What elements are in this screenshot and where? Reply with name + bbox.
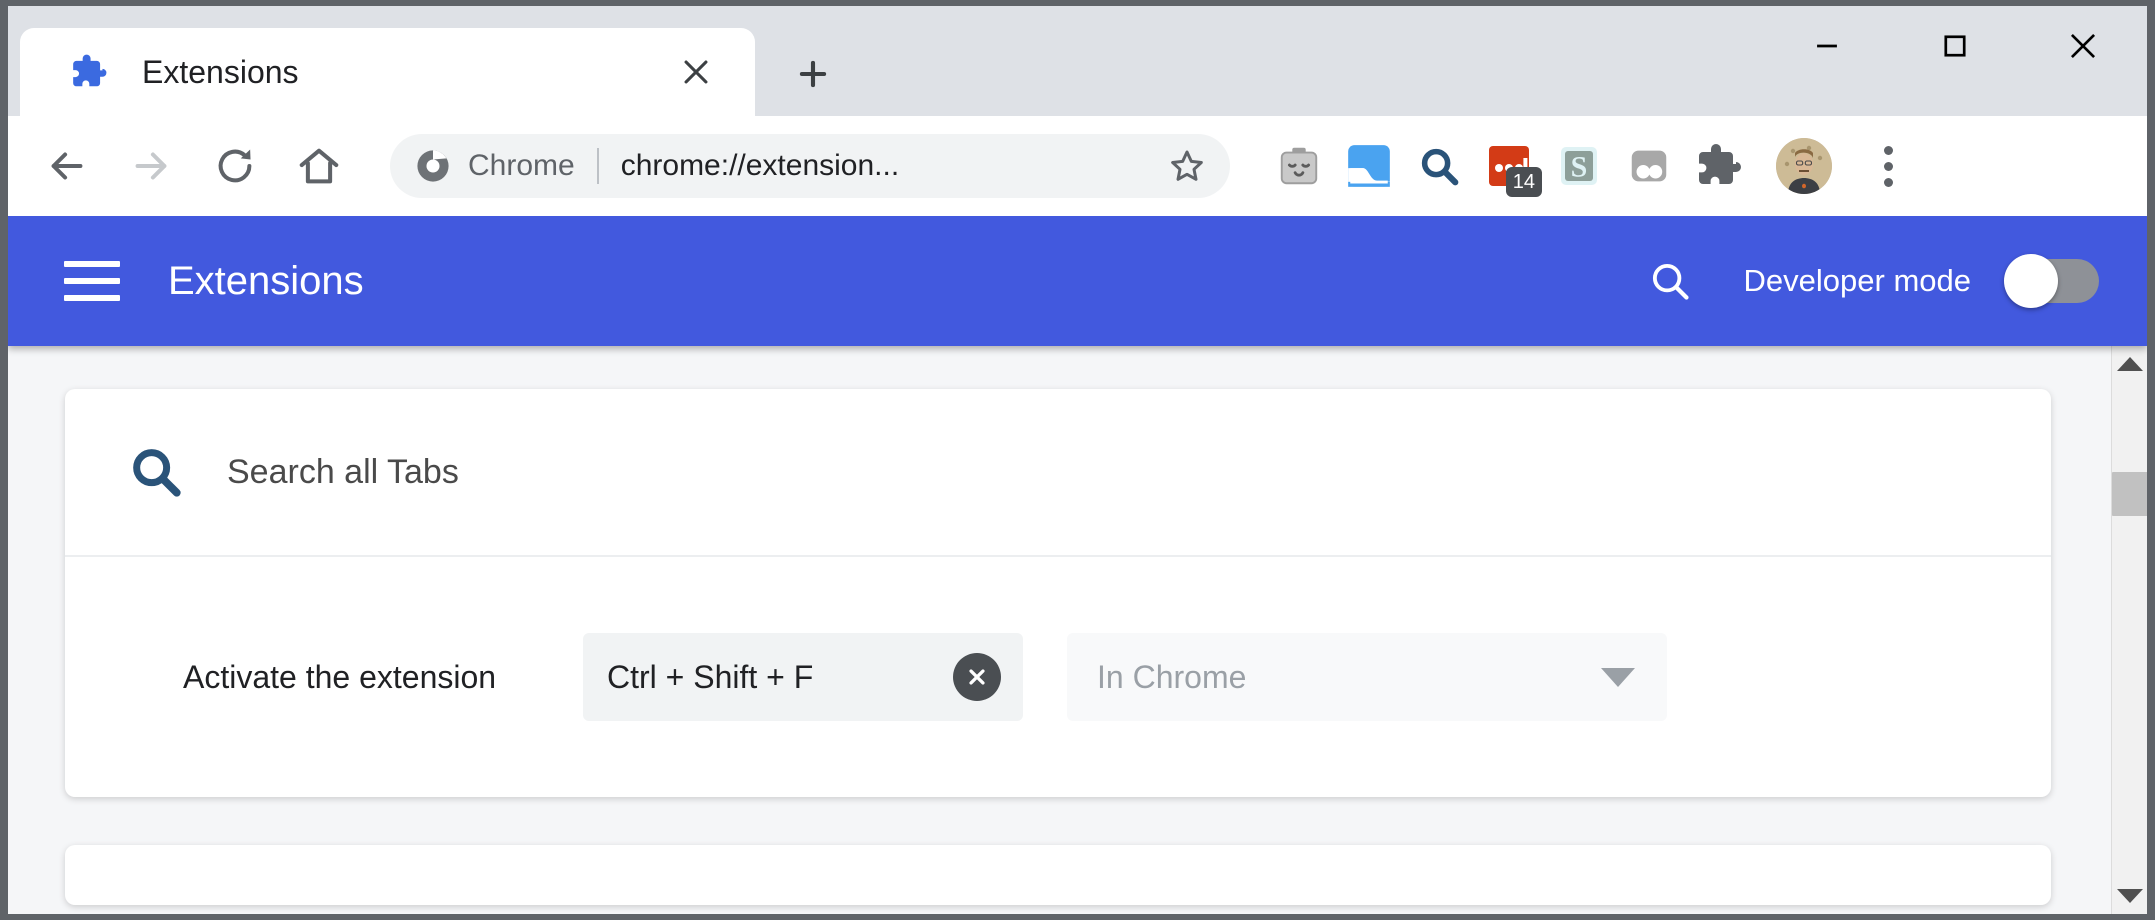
search-icon — [1421, 148, 1459, 186]
omnibox-url-text: chrome://extension... — [620, 149, 900, 182]
extension-name: Search all Tabs — [227, 452, 459, 491]
back-arrow-icon — [51, 152, 83, 180]
search-glyph — [1652, 263, 1689, 300]
home-icon — [299, 148, 339, 184]
close-icon — [684, 60, 708, 84]
home-button[interactable] — [288, 135, 350, 197]
browser-window: Extensions Chrome chrome://extension... … — [8, 6, 2147, 914]
avatar-image — [1776, 138, 1832, 194]
window-maximize-button[interactable] — [1891, 6, 2019, 86]
back-button[interactable] — [36, 135, 98, 197]
window-close-button[interactable] — [2019, 6, 2147, 86]
extensions-puzzle-icon[interactable] — [1684, 135, 1754, 197]
maximize-icon — [1944, 35, 1966, 57]
extensions-page-header: Extensions Developer mode — [8, 216, 2147, 346]
close-icon — [969, 669, 985, 685]
tab-close-button[interactable] — [667, 43, 725, 101]
s-letter-extension-icon[interactable]: S — [1544, 135, 1614, 197]
window-controls — [1763, 6, 2147, 86]
triangle-up-icon — [2116, 357, 2143, 371]
red-dots-extension-icon[interactable]: 14 — [1474, 135, 1544, 197]
robot-toaster-icon — [1280, 147, 1318, 185]
chrome-logo-icon — [417, 150, 449, 182]
extension-shortcuts-card: Search all Tabs Activate the extension C… — [65, 389, 2051, 797]
shortcut-scope-dropdown[interactable]: In Chrome — [1067, 633, 1667, 721]
minimize-icon — [1817, 44, 1837, 48]
chevron-down-icon — [1601, 667, 1635, 687]
reload-button[interactable] — [204, 135, 266, 197]
svg-text:S: S — [1571, 150, 1588, 183]
shortcut-value-text: Ctrl + Shift + F — [607, 658, 814, 695]
search-icon — [133, 449, 181, 497]
bookmark-star-button[interactable] — [1160, 139, 1214, 193]
dot — [1883, 145, 1893, 155]
browser-tab[interactable]: Extensions — [20, 28, 755, 116]
close-icon — [2070, 33, 2096, 59]
developer-mode-toggle[interactable] — [2004, 254, 2099, 308]
tab-strip: Extensions — [8, 6, 2147, 116]
two-circles-icon — [1631, 150, 1667, 182]
window-minimize-button[interactable] — [1763, 6, 1891, 86]
s-letter-icon: S — [1561, 147, 1597, 185]
star-outline-icon — [1171, 150, 1203, 181]
browser-toolbar: Chrome chrome://extension... 14 S — [8, 116, 2147, 216]
developer-mode-label: Developer mode — [1743, 263, 1971, 298]
triangle-down-icon — [2116, 889, 2143, 903]
page-scrollbar[interactable] — [2111, 346, 2147, 914]
shortcut-row: Activate the extension Ctrl + Shift + F … — [65, 557, 2051, 797]
extension-icons-area: 14 S — [1264, 135, 1754, 197]
toggle-knob — [2004, 254, 2058, 308]
header-right-controls: Developer mode — [1642, 253, 2099, 309]
profile-avatar[interactable] — [1776, 138, 1832, 194]
card-header: Search all Tabs — [65, 389, 2051, 557]
clear-shortcut-button[interactable] — [953, 653, 1001, 701]
puzzle-piece-icon — [73, 54, 107, 87]
puzzle-piece-icon — [1699, 144, 1741, 184]
new-tab-button[interactable] — [783, 44, 843, 104]
page-title: Extensions — [168, 258, 364, 303]
reload-icon — [218, 149, 252, 183]
dot — [1883, 177, 1893, 187]
shortcut-scope-value: In Chrome — [1097, 658, 1247, 695]
extension-badge-count: 14 — [1505, 167, 1542, 197]
search-extension-icon[interactable] — [1404, 135, 1474, 197]
scroll-down-button[interactable] — [2112, 878, 2147, 914]
shortcut-command-label: Activate the extension — [183, 658, 497, 695]
omnibox-scheme-label: Chrome — [468, 149, 575, 182]
extensions-content: Search all Tabs Activate the extension C… — [8, 346, 2111, 914]
browser-menu-button[interactable] — [1860, 135, 1916, 197]
plus-icon — [799, 60, 827, 88]
extensions-page: Extensions Developer mode Search all Tab… — [8, 216, 2147, 914]
next-extension-card — [65, 845, 2051, 905]
address-bar[interactable]: Chrome chrome://extension... — [390, 134, 1230, 198]
scrollbar-thumb[interactable] — [2112, 472, 2147, 516]
shortcut-input[interactable]: Ctrl + Shift + F — [583, 633, 1023, 721]
blue-wave-extension-icon[interactable] — [1334, 135, 1404, 197]
omnibox-divider — [596, 148, 599, 184]
forward-arrow-icon — [135, 152, 167, 180]
forward-button[interactable] — [120, 135, 182, 197]
blue-wave-icon — [1348, 145, 1390, 187]
two-circles-extension-icon[interactable] — [1614, 135, 1684, 197]
scroll-up-button[interactable] — [2112, 346, 2147, 382]
search-icon[interactable] — [1642, 253, 1698, 309]
tab-title: Extensions — [142, 53, 299, 90]
hamburger-menu-icon[interactable] — [64, 261, 120, 301]
dot — [1883, 161, 1893, 171]
robot-toaster-extension-icon[interactable] — [1264, 135, 1334, 197]
